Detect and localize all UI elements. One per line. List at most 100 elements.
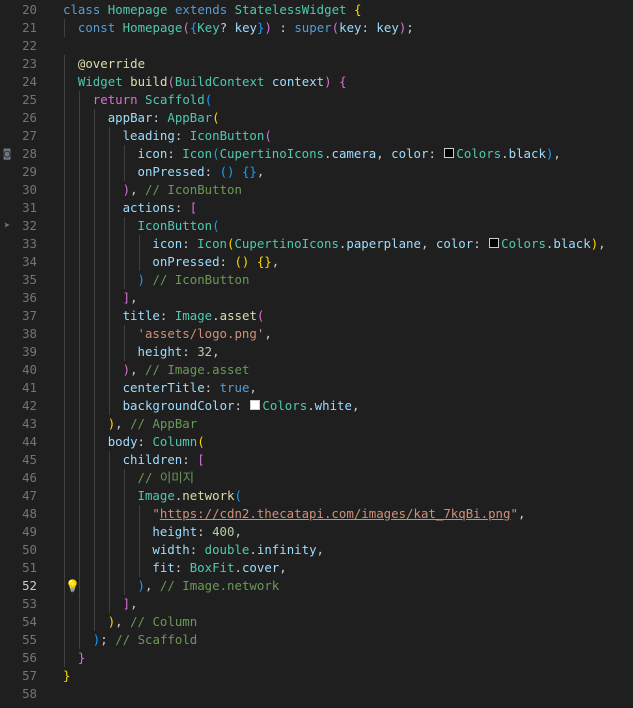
code-token: const: [77, 20, 116, 35]
indent-guide: [64, 55, 65, 73]
code-text: @override: [78, 55, 145, 73]
color-swatch[interactable]: [489, 238, 500, 248]
code-line[interactable]: 21 const Homepage({Key? key}) : super(key…: [0, 19, 633, 37]
code-line[interactable]: 55); // Scaffold: [0, 631, 633, 649]
code-line[interactable]: 30), // IconButton: [0, 181, 633, 199]
indent-guide: [93, 109, 95, 127]
code-token: ,: [316, 542, 325, 557]
code-line[interactable]: 28 ◙ icon: Icon(CupertinoIcons.camera, col…: [0, 145, 633, 163]
code-line[interactable]: 35) // IconButton: [0, 271, 633, 289]
code-text: height: 400,: [152, 523, 242, 541]
indent-guide: [78, 253, 80, 271]
lightbulb-icon[interactable]: 💡: [65, 579, 80, 593]
code-line[interactable]: 38 'assets/logo.png',: [0, 325, 633, 343]
indent-guide: [93, 487, 95, 505]
indent-guide: [138, 523, 140, 541]
code-token: key: [339, 20, 362, 35]
line-number: 56: [22, 650, 37, 665]
indent-guide: [123, 325, 125, 343]
indent-guide: [78, 307, 80, 325]
code-line[interactable]: 45 children: [: [0, 451, 633, 469]
line-number: 25: [22, 92, 37, 107]
code-editor[interactable]: 20 class Homepage extends StatelessWidget…: [0, 0, 633, 708]
code-line[interactable]: 42 backgroundColor: Colors.white,: [0, 397, 633, 415]
line-number: 21: [22, 20, 37, 35]
indent-guide: [108, 181, 110, 199]
code-line[interactable]: 23 @override: [0, 55, 633, 73]
indent-guide: [78, 379, 80, 397]
indent-guide: [78, 433, 80, 451]
code-line[interactable]: 44 body: Column(: [0, 433, 633, 451]
code-line[interactable]: 50 width: double.infinity,: [0, 541, 633, 559]
code-line[interactable]: 25 return Scaffold(: [0, 91, 633, 109]
code-line[interactable]: 34 onPressed: () {},: [0, 253, 633, 271]
indent-guide: [108, 127, 110, 145]
code-token: Key: [197, 20, 220, 35]
url-link[interactable]: https://cdn2.thecatapi.com/images/kat_7k…: [160, 506, 511, 521]
code-line[interactable]: 57}: [0, 667, 633, 685]
code-token: 400: [212, 524, 235, 539]
code-token: paperplane: [346, 236, 421, 251]
code-line[interactable]: 22: [0, 37, 633, 55]
code-line[interactable]: 39 height: 32,: [0, 343, 633, 361]
color-swatch[interactable]: [444, 148, 455, 158]
indent-guide: [123, 523, 125, 541]
code-line[interactable]: 48 "https://cdn2.thecatapi.com/images/kat…: [0, 505, 633, 523]
code-line[interactable]: 53],: [0, 595, 633, 613]
code-line[interactable]: 24 Widget build(BuildContext context) {: [0, 73, 633, 91]
code-token: // Column: [130, 614, 198, 629]
code-token: Widget: [77, 74, 123, 89]
code-line[interactable]: 56}: [0, 649, 633, 667]
code-line[interactable]: 29 onPressed: () {},: [0, 163, 633, 181]
code-line[interactable]: 54), // Column: [0, 613, 633, 631]
code-line[interactable]: 49 height: 400,: [0, 523, 633, 541]
code-line[interactable]: 26 appBar: AppBar(: [0, 109, 633, 127]
indent-guide: [64, 649, 65, 667]
code-line[interactable]: 40), // Image.asset: [0, 361, 633, 379]
code-token: :: [159, 308, 175, 323]
paperplane-icon: ➤: [3, 219, 11, 232]
code-line[interactable]: 58: [0, 685, 633, 703]
code-token: ,: [130, 182, 145, 197]
code-token: return: [92, 92, 138, 107]
indent-guide: [108, 523, 110, 541]
code-line[interactable]: 36],: [0, 289, 633, 307]
code-line[interactable]: 41 centerTitle: true,: [0, 379, 633, 397]
code-token: build: [130, 74, 168, 89]
color-swatch[interactable]: [250, 400, 261, 410]
code-line[interactable]: 27 leading: IconButton(: [0, 127, 633, 145]
indent-guide: [64, 361, 65, 379]
code-token: ): [264, 20, 272, 35]
code-token: .: [212, 308, 220, 323]
indent-guide: [108, 307, 110, 325]
code-token: icon: [137, 146, 168, 161]
indent-guide: [78, 145, 80, 163]
code-token: double: [204, 542, 250, 557]
code-line[interactable]: 47 Image.network(: [0, 487, 633, 505]
code-line[interactable]: 20 class Homepage extends StatelessWidget…: [0, 1, 633, 19]
indent-guide: [78, 523, 80, 541]
code-token: (): [219, 164, 235, 179]
code-line[interactable]: 46 // 이미지: [0, 469, 633, 487]
code-line[interactable]: 32 ➤ IconButton(: [0, 217, 633, 235]
code-token: 'assets/logo.png': [137, 326, 265, 341]
line-number: 47: [22, 488, 37, 503]
code-token: (): [234, 254, 250, 269]
code-line[interactable]: 43), // AppBar: [0, 415, 633, 433]
code-token: :: [234, 398, 250, 413]
code-line[interactable]: 37 title: Image.asset(: [0, 307, 633, 325]
code-token: :: [197, 524, 213, 539]
indent-guide: [64, 487, 65, 505]
code-line[interactable]: 51 fit: BoxFit.cover,: [0, 559, 633, 577]
code-line[interactable]: 52 💡), // Image.network: [0, 577, 633, 595]
code-token: 32: [197, 344, 213, 359]
indent-guide: [64, 469, 65, 487]
code-token: :: [361, 20, 377, 35]
code-text: class Homepage extends StatelessWidget {: [63, 1, 361, 19]
code-token: [: [197, 452, 205, 467]
code-line[interactable]: 31 actions: [: [0, 199, 633, 217]
code-line[interactable]: 33 icon: Icon(CupertinoIcons.paperplane, …: [0, 235, 633, 253]
line-number: 45: [22, 452, 37, 467]
code-text: ), // Column: [108, 613, 198, 631]
